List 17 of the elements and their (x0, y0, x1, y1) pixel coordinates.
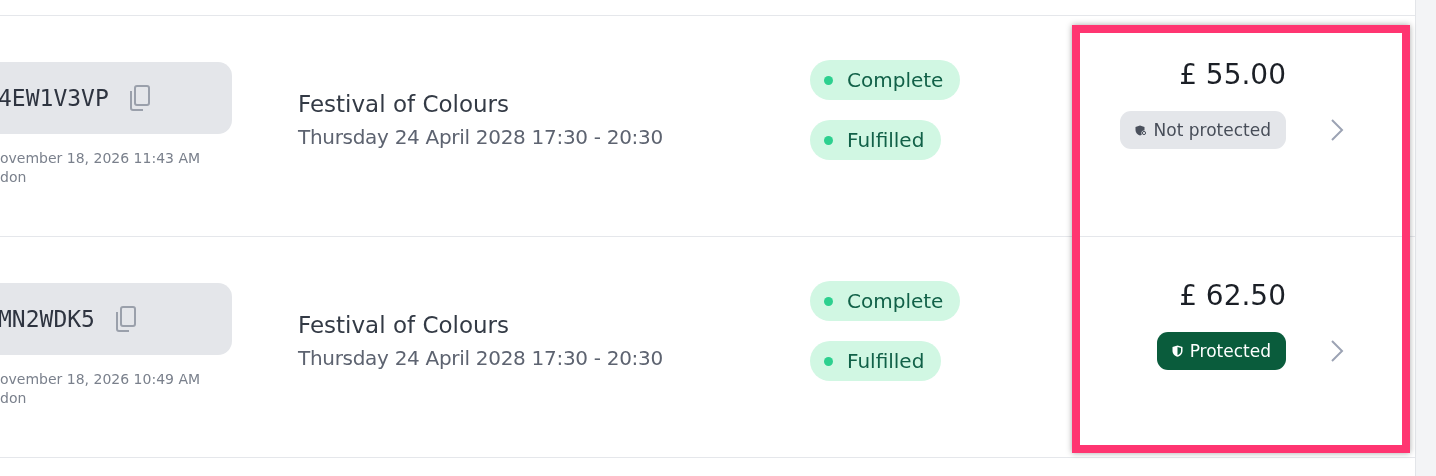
order-location: don (0, 390, 27, 407)
order-price: £ 62.50 (1179, 279, 1286, 312)
event-name: Festival of Colours (298, 312, 510, 338)
status-badge: Fulfilled (810, 120, 942, 160)
order-price: £ 55.00 (1179, 58, 1286, 91)
event-name: Festival of Colours (298, 91, 510, 117)
protection-badge: Not protected (1119, 111, 1286, 149)
status-badge: Fulfilled (810, 341, 942, 381)
order-code: 4EW1V3VP (0, 85, 109, 111)
order-location: don (0, 169, 27, 186)
event-time: Thursday 24 April 2028 17:30 - 20:30 (298, 346, 664, 370)
status-badge: Complete (810, 281, 961, 321)
protection-badge: Protected (1156, 332, 1286, 370)
status-badge: Complete (810, 60, 961, 100)
order-date: ovember 18, 2026 11:43 AM (0, 150, 201, 167)
order-date: ovember 18, 2026 10:49 AM (0, 371, 201, 388)
event-time: Thursday 24 April 2028 17:30 - 20:30 (298, 125, 664, 149)
